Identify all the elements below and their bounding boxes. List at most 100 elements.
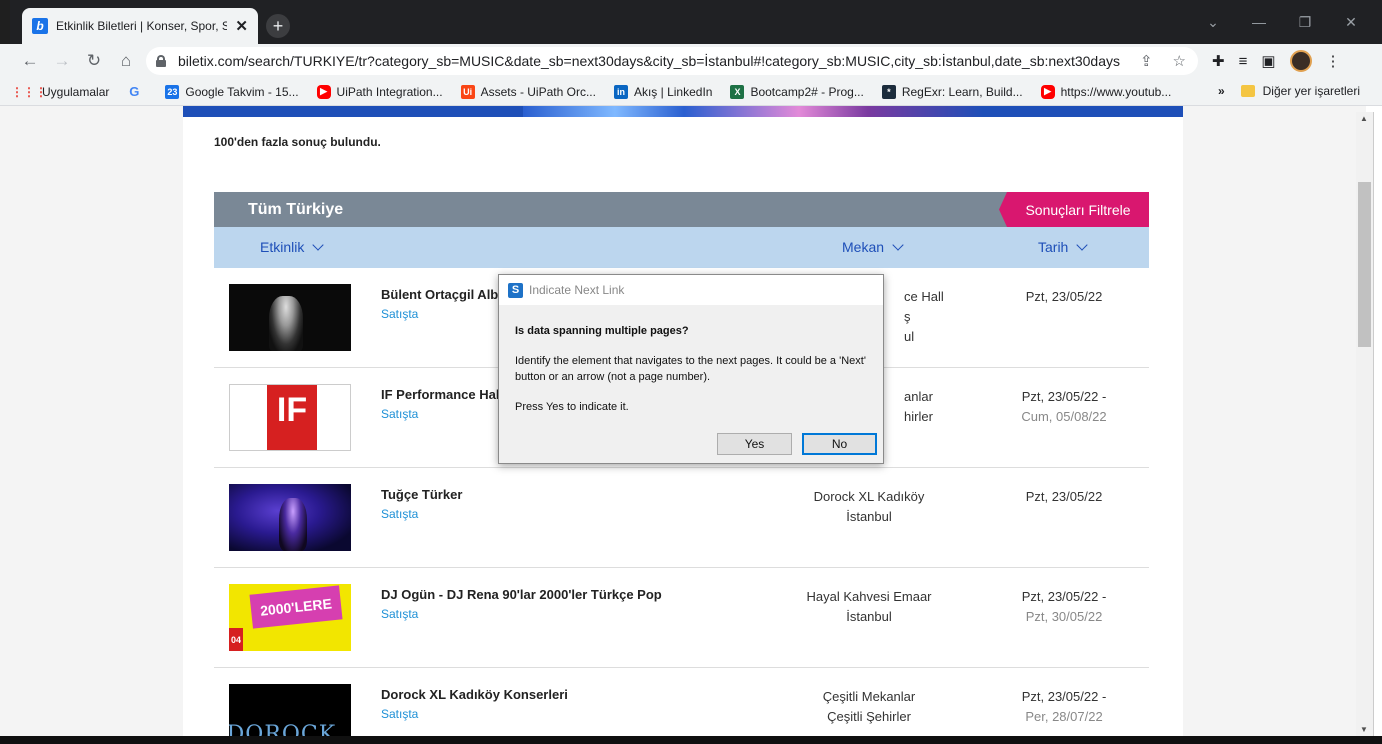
bookmark-item[interactable]: 23 Google Takvim - 15... [165,84,299,99]
results-count: 100'den fazla sonuç bulundu. [214,135,381,149]
event-status: Satışta [381,607,419,621]
region-title: Tüm Türkiye [248,201,344,218]
profile-avatar[interactable] [1289,50,1312,72]
event-row[interactable]: 2000'LERE 04 DJ Ogün - DJ Rena 90'lar 20… [214,568,1149,668]
new-tab-button[interactable]: + [266,14,290,38]
bookmark-item[interactable]: G [127,84,147,99]
bookmark-item[interactable]: Ui Assets - UiPath Orc... [460,84,596,99]
dialog-description: Identify the element that navigates to t… [515,355,866,383]
bookmark-star-icon[interactable]: ☆ [1173,52,1186,70]
poster-date-tag: 04 [229,628,243,651]
reading-list-icon[interactable]: ≡ [1239,53,1248,70]
biletix-favicon-icon: b [32,18,48,34]
event-title[interactable]: Tuğçe Türker [381,487,462,502]
forward-arrow-icon[interactable]: → [46,47,78,75]
tab-search-icon[interactable]: ⌄ [1190,10,1236,34]
event-status: Satışta [381,707,419,721]
event-row[interactable]: Tuğçe Türker Satışta Dorock XL Kadıköy İ… [214,468,1149,568]
dorock-logo: DOROCK [229,722,337,736]
event-date: Pzt, 23/05/22 [994,287,1134,307]
date-line: Pzt, 23/05/22 - [1021,589,1107,604]
dialog-instruction: Press Yes to indicate it. [515,401,629,413]
page-scrollbar[interactable]: ▲ ▼ [1356,112,1373,736]
bookmark-item[interactable]: * RegExr: Learn, Build... [881,84,1023,99]
yes-button[interactable]: Yes [717,433,792,455]
event-row[interactable]: DOROCKXL Dorock XL Kadıköy Konserleri Sa… [214,668,1149,736]
minimize-button[interactable]: — [1236,10,1282,34]
column-date[interactable]: Tarih [1038,239,1089,255]
other-bookmarks[interactable]: Diğer yer işaretleri [1263,84,1360,98]
bookmark-item[interactable]: X Bootcamp2# - Prog... [730,84,864,99]
bookmark-item[interactable]: in Akış | LinkedIn [613,84,712,99]
tab-close-icon[interactable]: ✕ [235,17,248,35]
apps-grid-icon: ⋮⋮⋮ [11,84,47,99]
hero-banner [183,106,1183,117]
filter-results-button[interactable]: Sonuçları Filtrele [999,192,1149,227]
chevron-down-icon [1076,239,1089,251]
bookmark-label: https://www.youtub... [1060,84,1172,99]
address-bar[interactable]: biletix.com/search/TURKIYE/tr?category_s… [146,47,1198,75]
side-panel-icon[interactable]: ▣ [1261,52,1275,70]
results-header: Tüm Türkiye Sonuçları Filtrele [214,192,1149,227]
browser-titlebar: b Etkinlik Biletleri | Konser, Spor, Sa.… [0,0,1382,44]
venue-line: Dorock XL Kadıköy [813,489,925,504]
bookmarks-overflow-chevron-icon[interactable]: » [1218,84,1225,98]
event-thumbnail[interactable] [229,484,351,551]
event-thumbnail[interactable]: IF [229,384,351,451]
event-thumbnail[interactable] [229,284,351,351]
calendar-icon: 23 [165,84,180,99]
column-event[interactable]: Etkinlik [260,239,325,255]
event-date: Pzt, 23/05/22 - Per, 28/07/22 [994,687,1134,727]
chevron-down-icon [892,239,904,251]
excel-icon: X [730,84,745,99]
uipath-icon: Ui [460,84,475,99]
menu-kebab-icon[interactable]: ⋮ [1326,52,1341,70]
folder-icon [1240,85,1255,97]
linkedin-icon: in [613,84,628,99]
event-venue: Çeşitli Mekanlar Çeşitli Şehirler [774,687,964,727]
event-status: Satışta [381,307,419,321]
no-button[interactable]: No [802,433,877,455]
date-line: Pzt, 23/05/22 - [1021,689,1107,704]
home-icon[interactable]: ⌂ [110,47,142,75]
bookmark-label: UiPath Integration... [336,84,443,99]
bookmark-label: RegExr: Learn, Build... [901,84,1023,99]
bookmark-item[interactable]: ▶ https://www.youtub... [1040,84,1172,99]
bookmark-item[interactable]: ▶ UiPath Integration... [316,84,443,99]
bookmark-item[interactable]: ⋮⋮⋮ Uygulamalar [11,84,109,99]
extensions-puzzle-icon[interactable]: ✚ [1212,52,1225,70]
share-icon[interactable]: ⇪ [1140,52,1153,70]
scroll-down-arrow-icon[interactable]: ▼ [1360,725,1368,734]
event-title[interactable]: Bülent Ortaçgil Alb [381,287,498,302]
window-edge [0,0,10,44]
back-arrow-icon[interactable]: ← [14,47,46,75]
event-thumbnail[interactable]: DOROCKXL [229,684,351,736]
venue-line: Hayal Kahvesi Emaar [806,589,932,604]
adjacent-window-edge [1373,112,1382,736]
event-title[interactable]: DJ Ogün - DJ Rena 90'lar 2000'ler Türkçe… [381,587,662,602]
performer-figure [269,296,303,351]
event-status: Satışta [381,507,419,521]
event-title[interactable]: IF Performance Hal [381,387,500,402]
event-thumbnail[interactable]: 2000'LERE 04 [229,584,351,651]
column-venue[interactable]: Mekan [842,239,904,255]
venue-line: Çeşitli Mekanlar [822,689,916,704]
google-icon: G [129,84,140,99]
date-line: Pzt, 30/05/22 [1025,609,1103,624]
bookmark-label: Google Takvim - 15... [185,84,299,99]
url-text[interactable]: biletix.com/search/TURKIYE/tr?category_s… [178,53,1128,69]
dialog-body: Is data spanning multiple pages? Identif… [515,323,875,429]
chevron-down-icon [312,239,325,251]
browser-tab[interactable]: b Etkinlik Biletleri | Konser, Spor, Sa.… [22,8,258,44]
scroll-up-arrow-icon[interactable]: ▲ [1360,114,1368,123]
scrollbar-thumb[interactable] [1358,182,1371,347]
bookmark-label: Bootcamp2# - Prog... [750,84,864,99]
restore-button[interactable]: ❐ [1282,10,1328,34]
os-taskbar [0,736,1382,744]
reload-icon[interactable]: ↻ [78,47,110,75]
bookmarks-bar: ⋮⋮⋮ Uygulamalar G 23 Google Takvim - 15.… [0,78,1382,106]
lock-icon[interactable] [156,55,166,67]
event-title[interactable]: Dorock XL Kadıköy Konserleri [381,687,568,702]
event-venue: Hayal Kahvesi Emaar İstanbul [774,587,964,627]
close-window-button[interactable]: ✕ [1328,10,1374,34]
